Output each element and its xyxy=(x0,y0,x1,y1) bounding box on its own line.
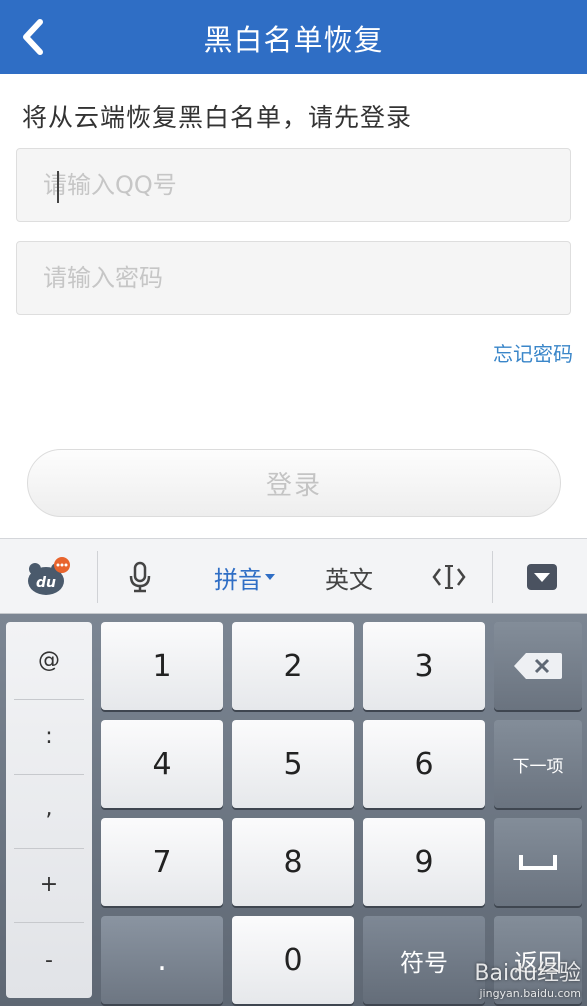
key-dot[interactable]: . xyxy=(101,916,223,1004)
symbol-key-colon[interactable]: : xyxy=(6,700,92,772)
login-hint: 将从云端恢复黑白名单，请先登录 xyxy=(22,103,413,132)
symbols-key[interactable]: 符号 xyxy=(363,916,485,1004)
key-6[interactable]: 6 xyxy=(363,720,485,808)
symbol-key-plus[interactable]: + xyxy=(6,848,92,920)
backspace-key[interactable] xyxy=(494,622,582,710)
qq-input[interactable] xyxy=(17,149,570,221)
hide-keyboard-button[interactable] xyxy=(520,539,564,615)
key-5[interactable]: 5 xyxy=(232,720,354,808)
symbol-column: @ : , + - xyxy=(6,622,92,998)
qq-field[interactable] xyxy=(16,148,571,222)
pinyin-label: 拼音 xyxy=(214,565,262,594)
pinyin-mode-button[interactable]: 拼音 xyxy=(205,539,285,615)
page-title: 黑白名单恢复 xyxy=(203,23,384,57)
return-key[interactable]: 返回 xyxy=(494,916,582,1004)
space-icon xyxy=(519,855,557,870)
symbol-key-at[interactable]: @ xyxy=(6,624,92,696)
password-field[interactable] xyxy=(16,241,571,315)
login-button[interactable]: 登录 xyxy=(27,449,561,517)
key-1[interactable]: 1 xyxy=(101,622,223,710)
cursor-move-icon xyxy=(432,565,466,589)
du-bear-logo-icon: du xyxy=(28,557,70,595)
english-label: 英文 xyxy=(325,565,373,594)
hide-keyboard-icon xyxy=(527,564,557,590)
password-input[interactable] xyxy=(17,242,570,314)
symbol-divider xyxy=(14,922,84,923)
key-4[interactable]: 4 xyxy=(101,720,223,808)
space-key[interactable] xyxy=(494,818,582,906)
key-9[interactable]: 9 xyxy=(363,818,485,906)
next-item-key[interactable]: 下一项 xyxy=(494,720,582,808)
toolbar-divider xyxy=(97,551,98,603)
svg-text:du: du xyxy=(36,575,56,591)
microphone-icon xyxy=(129,561,151,593)
backspace-icon xyxy=(514,653,562,679)
key-0[interactable]: 0 xyxy=(232,916,354,1004)
numeric-keyboard: @ : , + - 1 2 3 4 5 6 7 8 9 . 0 符号 下一项 返… xyxy=(0,614,587,1006)
english-mode-button[interactable]: 英文 xyxy=(312,539,386,615)
voice-input-button[interactable] xyxy=(120,539,160,615)
key-8[interactable]: 8 xyxy=(232,818,354,906)
ime-logo-button[interactable]: du xyxy=(20,539,76,615)
symbol-key-comma[interactable]: , xyxy=(6,772,92,844)
key-3[interactable]: 3 xyxy=(363,622,485,710)
text-caret xyxy=(57,171,59,203)
cursor-move-button[interactable] xyxy=(425,539,473,615)
key-7[interactable]: 7 xyxy=(101,818,223,906)
symbol-key-minus[interactable]: - xyxy=(6,924,92,996)
toolbar-divider xyxy=(492,551,493,603)
keyboard-toolbar: du 拼音 英文 xyxy=(0,538,587,614)
key-2[interactable]: 2 xyxy=(232,622,354,710)
forgot-password-link[interactable]: 忘记密码 xyxy=(493,338,573,367)
app-header: 黑白名单恢复 xyxy=(0,0,587,74)
caret-down-icon xyxy=(265,574,275,580)
